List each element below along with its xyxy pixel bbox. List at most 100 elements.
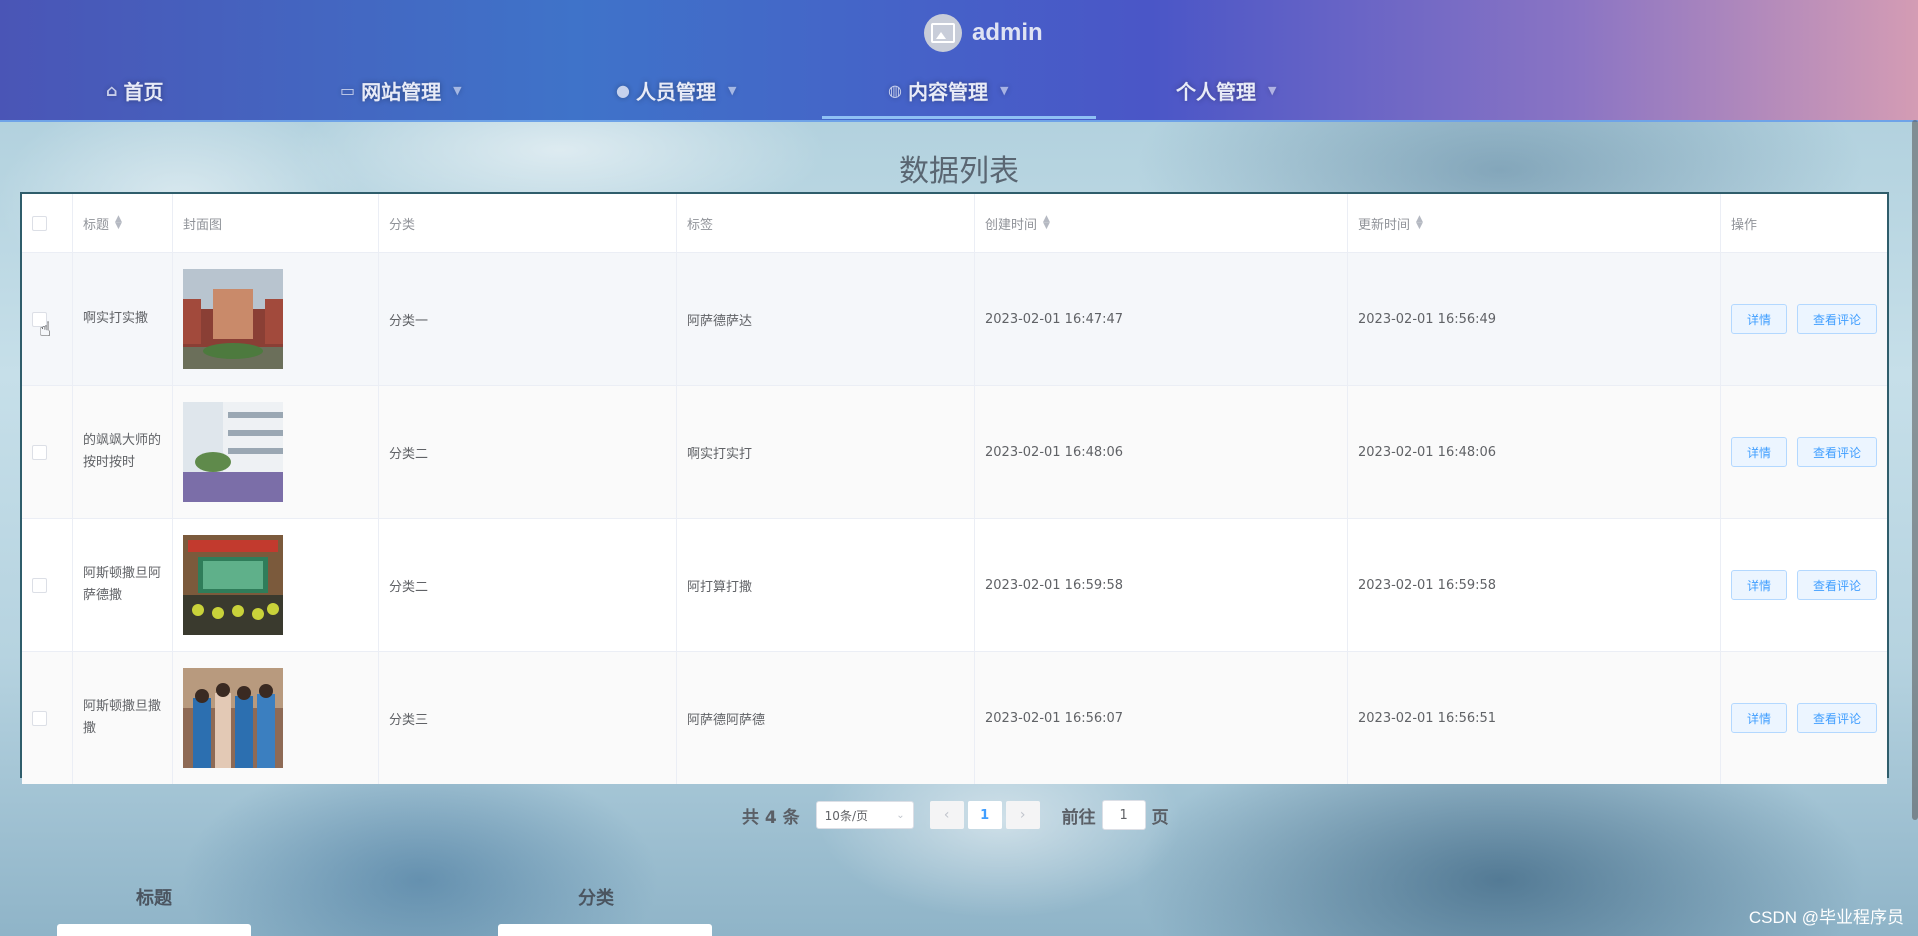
- goto-page-input[interactable]: 1: [1101, 800, 1146, 830]
- page-size-select[interactable]: 10条/页 ⌄: [815, 801, 914, 829]
- column-header-category: 分类: [379, 194, 677, 252]
- column-header-title[interactable]: 标题 ▲ ▼: [73, 194, 173, 252]
- row-cover-cell: [173, 519, 379, 651]
- row-created: 2023-02-01 16:59:58: [975, 519, 1348, 651]
- row-category: 分类二: [379, 386, 677, 518]
- row-tags: 阿萨德萨达: [677, 253, 975, 385]
- nav-item-label: 首页: [123, 80, 164, 104]
- row-title: 的飒飒大师的按时按时: [73, 386, 173, 518]
- watermark: CSDN @毕业程序员: [1748, 908, 1904, 927]
- table-header-row: 标题 ▲ ▼ 封面图 分类 标签 创建时间 ▲ ▼ 更新时间 ▲ ▼ 操作: [22, 194, 1887, 253]
- goto-label: 前往: [1061, 807, 1096, 828]
- cover-image[interactable]: [183, 668, 283, 768]
- image-icon: [931, 23, 955, 43]
- row-tags: 啊实打实打: [677, 386, 975, 518]
- row-created: 2023-02-01 16:56:07: [975, 652, 1348, 784]
- page-title: 数据列表: [899, 154, 1019, 189]
- scrollbar[interactable]: [1912, 120, 1918, 820]
- row-title: 阿斯顿撒旦撒撒: [73, 652, 173, 784]
- row-actions: 详情 查看评论: [1721, 253, 1887, 385]
- view-comments-button[interactable]: 查看评论: [1797, 304, 1877, 334]
- nav-item-home[interactable]: ⌂ 首页: [106, 76, 163, 105]
- row-created: 2023-02-01 16:47:47: [975, 253, 1348, 385]
- nav-item-label: 内容管理: [907, 80, 988, 104]
- column-header-label: 更新时间: [1358, 217, 1411, 233]
- row-cover-cell: [173, 386, 379, 518]
- home-icon: ⌂: [106, 81, 118, 100]
- chevron-right-icon: ›: [1019, 807, 1026, 823]
- row-cover-cell: [173, 253, 379, 385]
- row-updated: 2023-02-01 16:59:58: [1348, 519, 1721, 651]
- top-nav-bar: admin ⌂ 首页 ▭ 网站管理 ▼ ● 人员管理 ▼ ◍ 内容管理 ▼ 个人…: [0, 0, 1918, 122]
- active-nav-indicator: [822, 116, 1096, 119]
- row-title: 阿斯顿撒旦阿萨德撒: [73, 519, 173, 651]
- page-number-current[interactable]: 1: [967, 801, 1002, 829]
- detail-button[interactable]: 详情: [1731, 703, 1787, 733]
- sort-icon[interactable]: ▲ ▼: [1416, 215, 1423, 231]
- select-all-checkbox[interactable]: [32, 215, 47, 231]
- nav-item-content-management[interactable]: ◍ 内容管理 ▼: [888, 76, 1008, 105]
- view-comments-button[interactable]: 查看评论: [1797, 437, 1877, 467]
- filter-category-select[interactable]: [498, 924, 712, 936]
- nav-item-site-management[interactable]: ▭ 网站管理 ▼: [340, 76, 462, 105]
- sort-icon[interactable]: ▲ ▼: [115, 215, 122, 231]
- row-actions: 详情 查看评论: [1721, 519, 1887, 651]
- cover-image[interactable]: [183, 535, 283, 635]
- row-select-cell: [22, 386, 73, 518]
- sort-icon[interactable]: ▲ ▼: [1043, 215, 1050, 231]
- user-info[interactable]: admin: [924, 14, 1043, 52]
- row-category: 分类二: [379, 519, 677, 651]
- row-updated: 2023-02-01 16:56:49: [1348, 253, 1721, 385]
- column-header-tags: 标签: [677, 194, 975, 252]
- column-header-created[interactable]: 创建时间 ▲ ▼: [975, 194, 1348, 252]
- row-checkbox[interactable]: [32, 710, 47, 726]
- column-header-label: 创建时间: [985, 217, 1038, 233]
- column-header-label: 封面图: [183, 217, 223, 233]
- nav-item-label: 网站管理: [361, 80, 442, 104]
- nav-item-staff-management[interactable]: ● 人员管理 ▼: [616, 76, 736, 105]
- column-header-label: 分类: [389, 217, 416, 233]
- page-suffix: 页: [1151, 807, 1169, 828]
- row-select-cell: [22, 652, 73, 784]
- row-tags: 阿打算打撒: [677, 519, 975, 651]
- chevron-down-icon: ▼: [999, 84, 1009, 97]
- cover-image[interactable]: [183, 402, 283, 502]
- row-updated: 2023-02-01 16:48:06: [1348, 386, 1721, 518]
- row-tags: 阿萨德阿萨德: [677, 652, 975, 784]
- column-header-label: 标题: [83, 217, 110, 233]
- row-checkbox[interactable]: [32, 444, 47, 460]
- monitor-icon: ▭: [340, 81, 356, 100]
- next-page-button[interactable]: ›: [1005, 801, 1040, 829]
- table-row: 阿斯顿撒旦阿萨德撒 分类二 阿打算打撒 2023-02-01 16:59:58 …: [22, 519, 1887, 652]
- column-header-updated[interactable]: 更新时间 ▲ ▼: [1348, 194, 1721, 252]
- chat-icon: ◍: [888, 81, 902, 100]
- row-category: 分类一: [379, 253, 677, 385]
- total-count: 共 4 条: [742, 807, 800, 828]
- main-nav: ⌂ 首页 ▭ 网站管理 ▼ ● 人员管理 ▼ ◍ 内容管理 ▼ 个人管理 ▼: [0, 76, 1918, 106]
- row-actions: 详情 查看评论: [1721, 386, 1887, 518]
- view-comments-button[interactable]: 查看评论: [1797, 703, 1877, 733]
- select-all-cell: [22, 194, 73, 252]
- filter-title-input[interactable]: [57, 924, 251, 936]
- chevron-left-icon: ‹: [943, 807, 950, 823]
- user-icon: ●: [616, 81, 630, 100]
- detail-button[interactable]: 详情: [1731, 437, 1787, 467]
- detail-button[interactable]: 详情: [1731, 570, 1787, 600]
- row-select-cell: [22, 519, 73, 651]
- chevron-down-icon: ▼: [1268, 84, 1277, 97]
- detail-button[interactable]: 详情: [1731, 304, 1787, 334]
- view-comments-button[interactable]: 查看评论: [1797, 570, 1877, 600]
- avatar[interactable]: [924, 14, 962, 52]
- column-header-cover: 封面图: [173, 194, 379, 252]
- row-title: 啊实打实撒: [73, 253, 173, 385]
- table-row: 啊实打实撒 分类一 阿萨德萨达 2023-02-01 16:47:47 2023…: [22, 253, 1887, 386]
- cover-image[interactable]: [183, 269, 283, 369]
- row-checkbox[interactable]: [32, 577, 47, 593]
- prev-page-button[interactable]: ‹: [929, 801, 964, 829]
- nav-item-personal-management[interactable]: 个人管理 ▼: [1176, 76, 1276, 105]
- nav-item-label: 人员管理: [635, 80, 716, 104]
- data-table: 标题 ▲ ▼ 封面图 分类 标签 创建时间 ▲ ▼ 更新时间 ▲ ▼ 操作 啊实打实撒 分类…: [20, 192, 1889, 784]
- pagination: 共 4 条 10条/页 ⌄ ‹ 1 › 前往 1 页: [742, 800, 1169, 830]
- row-category: 分类三: [379, 652, 677, 784]
- row-actions: 详情 查看评论: [1721, 652, 1887, 784]
